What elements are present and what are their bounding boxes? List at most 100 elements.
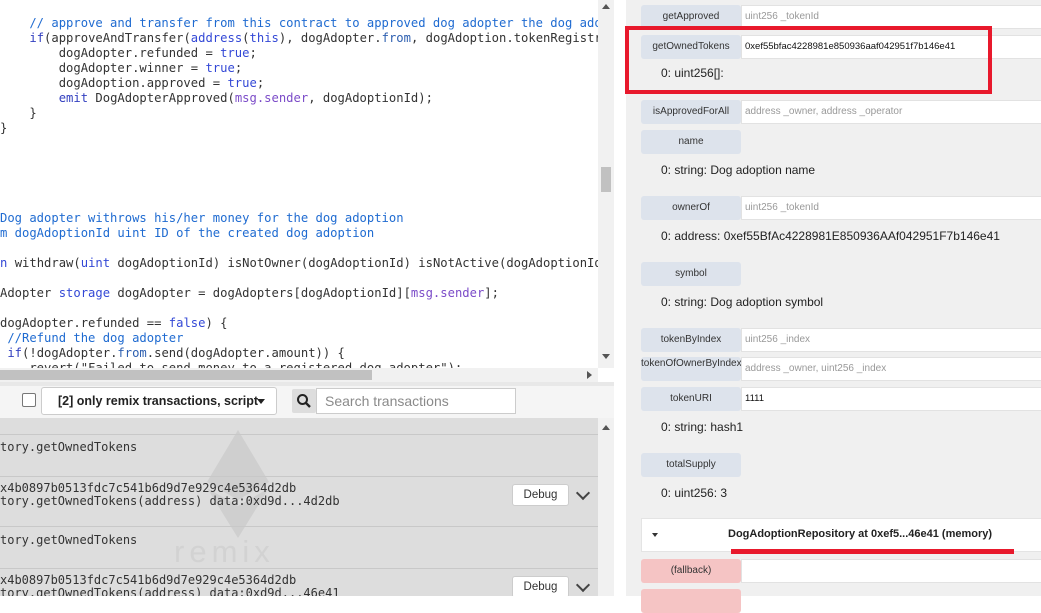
code-token: dogAdopter.winner = <box>0 61 206 75</box>
transaction-log-line[interactable]: tory.getOwnedTokens(address) data:0xd9d.… <box>0 494 340 509</box>
code-line[interactable]: emit DogAdopterApproved(msg.sender, dogA… <box>0 91 433 106</box>
debug-button[interactable]: Debug <box>512 484 569 506</box>
chevron-down-icon[interactable] <box>575 485 591 501</box>
code-line[interactable]: dogAdopter.refunded == false) { <box>0 316 227 331</box>
code-line[interactable]: } <box>0 106 37 121</box>
code-token: this <box>249 31 279 45</box>
ownerOf-input[interactable]: uint256 _tokenId <box>741 196 1041 220</box>
tokenURI-input[interactable]: 1111 <box>741 387 1041 411</box>
function-row-tokenURI: tokenURI 1111 <box>641 387 1041 411</box>
divider <box>0 434 598 435</box>
code-line[interactable]: if(approveAndTransfer(address(this), dog… <box>0 31 598 46</box>
scroll-up-arrow-icon[interactable] <box>602 4 610 9</box>
search-transactions-input[interactable]: Search transactions <box>316 388 516 414</box>
tokenByIndex-input[interactable]: uint256 _index <box>741 328 1041 352</box>
totalSupply-button[interactable]: totalSupply <box>641 453 741 477</box>
code-token: ; <box>249 46 257 60</box>
code-token: , dogAdoption.tokenRegistra <box>410 31 598 45</box>
name-output: 0: string: Dog adoption name <box>661 163 816 177</box>
code-token: true <box>220 46 250 60</box>
code-line[interactable]: Dog adopter withrows his/her money for t… <box>0 211 404 226</box>
code-token: from <box>381 31 411 45</box>
editor-horizontal-scrollbar[interactable] <box>0 368 598 382</box>
code-line[interactable]: dogAdoption.approved = true; <box>0 76 264 91</box>
code-token: ), dogAdopter. <box>278 31 382 45</box>
terminal-scrollbar[interactable] <box>598 418 614 596</box>
contract-title: DogAdoptionRepository at 0xef5...46e41 (… <box>728 528 993 540</box>
code-line[interactable]: dogAdopter.winner = true; <box>0 61 242 76</box>
code-token: true <box>205 61 235 75</box>
debug-button[interactable]: Debug <box>512 576 569 596</box>
tokenByIndex-button[interactable]: tokenByIndex <box>641 328 741 352</box>
scrollbar-thumb[interactable] <box>0 370 372 380</box>
code-line[interactable]: // approve and transfer from this contra… <box>0 16 598 31</box>
transaction-log-line[interactable]: tory.getOwnedTokens <box>0 440 137 455</box>
code-token: storage <box>58 286 111 300</box>
code-line[interactable]: //Refund the dog adopter <box>0 331 183 346</box>
tokenOfOwnerByIndex-input[interactable]: address _owner, uint256 _index <box>741 357 1041 381</box>
function-row-ownerOf: ownerOf uint256 _tokenId <box>641 196 1041 220</box>
code-token: if <box>7 346 23 360</box>
fallback-input[interactable] <box>741 559 1041 583</box>
terminal-toolbar: [2] only remix transactions, script Sear… <box>0 386 614 418</box>
transaction-log-line[interactable]: tory.getOwnedTokens(address) data:0xd9d.… <box>0 586 340 596</box>
tokenURI-button[interactable]: tokenURI <box>641 387 741 411</box>
code-editor[interactable]: // approve and transfer from this contra… <box>0 0 598 368</box>
code-line[interactable]: n withdraw(uint dogAdoptionId) isNotOwne… <box>0 256 598 271</box>
code-token: ) { <box>205 316 228 330</box>
scroll-right-arrow-icon[interactable] <box>587 371 592 379</box>
function-row-name: name <box>641 130 1041 154</box>
symbol-button[interactable]: symbol <box>641 262 741 286</box>
code-token: address <box>190 31 243 45</box>
scroll-down-arrow-icon[interactable] <box>602 354 610 359</box>
code-token: } <box>0 106 37 120</box>
transaction-log-line[interactable]: tory.getOwnedTokens <box>0 533 137 548</box>
code-token: (approveAndTransfer( <box>44 31 191 45</box>
tokenOfOwnerByIndex-button[interactable]: tokenOfOwnerByIndex <box>641 357 742 381</box>
code-token: ; <box>256 76 265 90</box>
next-function-button[interactable] <box>641 589 741 613</box>
symbol-output: 0: string: Dog adoption symbol <box>661 295 824 309</box>
caret-down-icon <box>257 399 265 404</box>
code-line[interactable]: Adopter storage dogAdopter = dogAdopters… <box>0 286 499 301</box>
code-line[interactable]: m dogAdoptionId uint ID of the created d… <box>0 226 374 241</box>
code-token: Dog adopter withrows his/her money for t… <box>0 211 404 225</box>
code-token: dogAdoptionId) isNotOwner(dogAdoptionId)… <box>110 256 598 270</box>
code-token: dogAdoption.approved = <box>0 76 228 90</box>
function-row-totalSupply: totalSupply <box>641 453 1041 477</box>
code-line[interactable]: dogAdopter.refunded = true; <box>0 46 257 61</box>
code-line[interactable]: revert("Failed to send money to a regist… <box>0 361 462 368</box>
code-line[interactable]: if(!dogAdopter.from.send(dogAdopter.amou… <box>0 346 345 361</box>
code-token: dogAdopter.refunded == <box>0 316 169 330</box>
red-underline-annotation <box>731 549 1014 554</box>
code-token: , dogAdoptionId); <box>308 91 433 105</box>
function-row-tokenByIndex: tokenByIndex uint256 _index <box>641 328 1041 352</box>
totalSupply-output: 0: uint256: 3 <box>661 486 728 500</box>
function-row-symbol: symbol <box>641 262 1041 286</box>
divider <box>0 476 598 477</box>
code-token: ; <box>234 61 243 75</box>
search-button[interactable] <box>292 389 316 413</box>
transaction-filter-dropdown[interactable]: [2] only remix transactions, script <box>41 387 277 415</box>
scrollbar-thumb[interactable] <box>601 167 611 192</box>
divider <box>0 568 598 569</box>
chevron-down-icon[interactable] <box>575 577 591 593</box>
function-row-tokenOfOwnerByIndex: tokenOfOwnerByIndex address _owner, uint… <box>641 357 1041 381</box>
listen-checkbox[interactable] <box>22 393 36 407</box>
code-line[interactable]: } <box>0 121 7 136</box>
scroll-up-arrow-icon[interactable] <box>602 425 610 430</box>
name-button[interactable]: name <box>641 130 741 154</box>
ownerOf-button[interactable]: ownerOf <box>641 196 741 220</box>
deployed-contract-header[interactable]: DogAdoptionRepository at 0xef5...46e41 (… <box>641 518 1041 552</box>
isApprovedForAll-input[interactable]: address _owner, address _operator <box>741 100 1041 124</box>
editor-vertical-scrollbar[interactable] <box>598 0 614 368</box>
fallback-button[interactable]: (fallback) <box>641 559 741 583</box>
code-token: dogAdopter.refunded = <box>0 46 221 60</box>
caret-down-icon[interactable] <box>652 533 658 537</box>
code-token: } <box>0 121 8 135</box>
code-token: // approve and transfer from this contra… <box>0 16 598 30</box>
isApprovedForAll-button[interactable]: isApprovedForAll <box>641 100 741 124</box>
divider <box>0 526 598 527</box>
code-token: msg.sender <box>410 286 485 300</box>
